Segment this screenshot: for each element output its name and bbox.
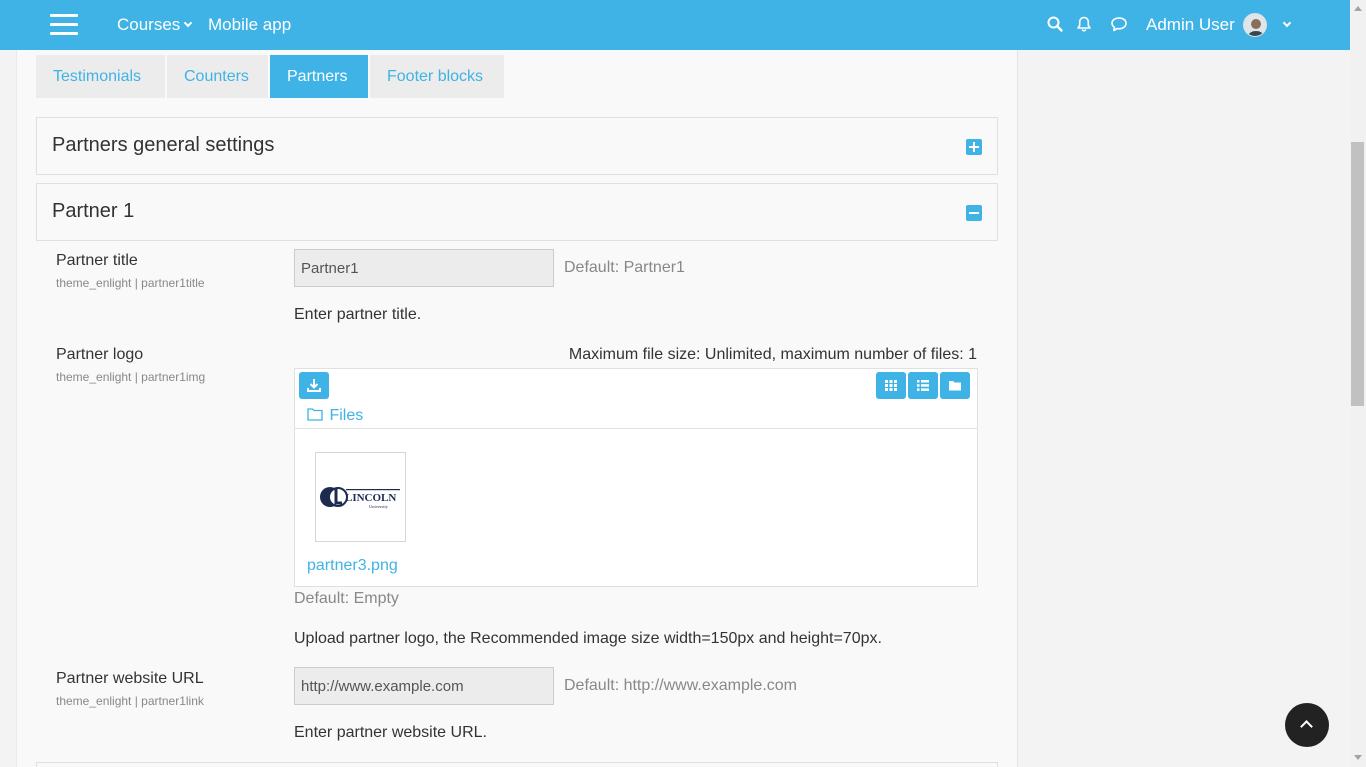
hamburger-line xyxy=(50,32,78,35)
partner-url-label: Partner website URL xyxy=(56,670,204,687)
chevron-up-icon xyxy=(1300,720,1313,733)
scroll-down-arrow-icon[interactable] xyxy=(1354,755,1362,760)
hamburger-line xyxy=(50,14,78,17)
partner-title-default: Default: Partner1 xyxy=(564,259,685,276)
user-menu-name[interactable]: Admin User xyxy=(1146,15,1235,35)
user-menu-chevron-icon[interactable] xyxy=(1282,18,1292,28)
tab-footer-blocks[interactable]: Footer blocks xyxy=(370,55,504,98)
partner-logo-label: Partner logo xyxy=(56,346,144,363)
chat-icon[interactable] xyxy=(1110,15,1128,33)
scrollbar-thumb[interactable] xyxy=(1351,142,1364,406)
partner-url-description: Enter partner website URL. xyxy=(294,724,487,741)
back-to-top-button[interactable] xyxy=(1285,703,1329,747)
courses-label: Courses xyxy=(117,15,181,34)
expand-plus-icon[interactable] xyxy=(966,139,982,155)
partner-title-label: Partner title xyxy=(56,252,138,269)
search-icon[interactable] xyxy=(1046,15,1064,33)
partner-title-setting: theme_enlight | partner1title xyxy=(56,276,205,290)
partner-logo-setting: theme_enlight | partner1img xyxy=(56,370,206,384)
section-partners-general[interactable]: Partners general settings xyxy=(36,117,998,175)
section-partner-1[interactable]: Partner 1 xyxy=(36,183,998,241)
minus-horizontal xyxy=(969,212,979,214)
svg-text:University: University xyxy=(369,504,389,509)
svg-text:LINCOLN: LINCOLN xyxy=(345,492,396,504)
partner-url-setting: theme_enlight | partner1link xyxy=(56,694,204,708)
add-file-button[interactable] xyxy=(299,372,329,399)
user-avatar-icon xyxy=(1244,14,1266,36)
partner-url-input[interactable] xyxy=(294,667,554,705)
folder-icon xyxy=(949,381,961,391)
tab-counters[interactable]: Counters xyxy=(167,55,268,98)
section-title: Partner 1 xyxy=(52,200,135,222)
next-section-edge xyxy=(36,762,998,767)
menu-toggle-button[interactable] xyxy=(50,14,78,36)
partner-title-description: Enter partner title. xyxy=(294,306,422,323)
file-manager: Files LINCOLN University partner3.png xyxy=(294,368,978,587)
partner-logo-default: Default: Empty xyxy=(294,590,399,607)
grid-icon xyxy=(885,380,897,391)
top-navbar: Courses Mobile app Admin User xyxy=(0,0,1350,50)
partner-logo-description: Upload partner logo, the Recommended ima… xyxy=(294,630,882,647)
chevron-down-icon xyxy=(184,18,193,28)
file-name-link[interactable]: partner3.png xyxy=(307,557,398,575)
page-scrollbar[interactable] xyxy=(1350,0,1366,767)
partner-url-default: Default: http://www.example.com xyxy=(564,677,797,694)
hamburger-line xyxy=(50,23,78,26)
tab-partners[interactable]: Partners xyxy=(270,55,368,98)
lincoln-university-logo: LINCOLN University xyxy=(320,487,400,509)
folder-outline-icon xyxy=(307,408,323,421)
download-icon xyxy=(307,379,321,392)
partner-title-input[interactable] xyxy=(294,249,554,287)
max-file-size-text: Maximum file size: Unlimited, maximum nu… xyxy=(568,346,977,363)
view-list-button[interactable] xyxy=(908,372,938,399)
file-thumbnail[interactable]: LINCOLN University xyxy=(315,452,406,542)
bell-icon[interactable] xyxy=(1075,15,1093,33)
mobile-app-link[interactable]: Mobile app xyxy=(208,15,291,35)
files-path-label: Files xyxy=(329,407,364,424)
plus-vertical xyxy=(973,142,975,152)
view-icons-button[interactable] xyxy=(876,372,906,399)
scroll-up-arrow-icon[interactable] xyxy=(1354,6,1362,11)
section-title: Partners general settings xyxy=(52,134,275,156)
tab-testimonials[interactable]: Testimonials xyxy=(36,55,165,98)
courses-menu[interactable]: Courses xyxy=(117,15,193,35)
file-manager-toolbar: Files xyxy=(295,369,977,429)
collapse-minus-icon[interactable] xyxy=(966,205,982,221)
right-column xyxy=(1019,50,1350,767)
files-breadcrumb[interactable]: Files xyxy=(307,406,363,425)
list-icon xyxy=(917,380,929,391)
view-tree-button[interactable] xyxy=(940,372,970,399)
avatar[interactable] xyxy=(1243,13,1267,37)
